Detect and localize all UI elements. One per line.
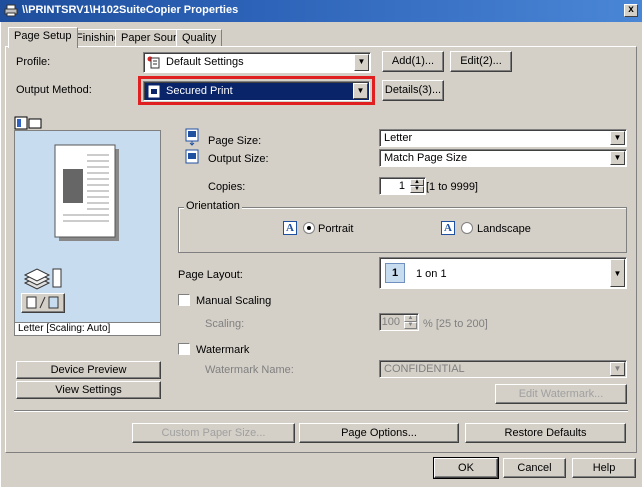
watermark-name-label: Watermark Name:: [205, 364, 294, 376]
tab-quality[interactable]: Quality: [176, 29, 223, 47]
scaling-value: 100: [381, 316, 400, 328]
scaling-range: % [25 to 200]: [423, 318, 488, 330]
profile-value: Default Settings: [166, 56, 244, 68]
chevron-down-icon[interactable]: ▼: [353, 83, 368, 99]
edit-watermark-button[interactable]: Edit Watermark...: [495, 384, 627, 404]
landscape-radio[interactable]: [461, 222, 473, 234]
paper-stack-icon: [23, 268, 62, 290]
output-method-value: Secured Print: [166, 85, 233, 97]
watermark-name-dropdown[interactable]: CONFIDENTIAL ▼: [379, 360, 627, 378]
details-button[interactable]: Details(3)...: [382, 80, 444, 101]
close-button[interactable]: x: [624, 4, 638, 17]
landscape-orientation-icon: A: [441, 221, 455, 235]
profile-dropdown[interactable]: Default Settings ▼: [143, 52, 371, 73]
cancel-button[interactable]: Cancel: [503, 458, 566, 478]
tab-page-setup[interactable]: Page Setup: [8, 27, 78, 48]
watermark-checkbox[interactable]: [178, 343, 190, 355]
copies-stepper[interactable]: 1 ▲ ▼: [379, 177, 426, 195]
custom-paper-size-button[interactable]: Custom Paper Size...: [132, 423, 295, 443]
decrement-arrow-icon[interactable]: ▼: [404, 322, 417, 329]
profile-edit-button[interactable]: Edit(2)...: [450, 51, 512, 72]
profile-label: Profile:: [16, 56, 51, 68]
layout-view-icon: [14, 116, 42, 130]
increment-arrow-icon[interactable]: ▲: [404, 315, 417, 322]
profile-icon: [147, 56, 160, 69]
orientation-group: [178, 207, 627, 253]
page-size-icon: [185, 128, 199, 146]
device-preview-button[interactable]: Device Preview: [16, 361, 161, 379]
page-size-label: Page Size:: [208, 135, 262, 147]
output-size-dropdown[interactable]: Match Page Size ▼: [379, 149, 627, 167]
duplex-setting-icon[interactable]: [21, 293, 65, 313]
portrait-orientation-icon: A: [283, 221, 297, 235]
watermark-label[interactable]: Watermark: [196, 344, 249, 356]
manual-scaling-checkbox[interactable]: [178, 294, 190, 306]
ok-button[interactable]: OK: [433, 457, 499, 479]
preview-caption: Letter [Scaling: Auto]: [14, 322, 161, 336]
portrait-radio[interactable]: [303, 222, 315, 234]
secured-print-icon: [148, 85, 160, 98]
output-method-dropdown[interactable]: Secured Print ▼: [143, 81, 370, 101]
chevron-down-icon[interactable]: ▼: [610, 151, 625, 165]
page-layout-value: 1 on 1: [416, 268, 447, 280]
orientation-label: Orientation: [184, 200, 242, 212]
chevron-down-icon[interactable]: ▼: [610, 259, 625, 287]
page-options-button[interactable]: Page Options...: [299, 423, 459, 443]
preview-panel: [14, 130, 161, 323]
chevron-down-icon[interactable]: ▼: [354, 54, 369, 71]
output-size-value: Match Page Size: [384, 152, 468, 164]
duplex-icon: [26, 296, 59, 309]
copies-value: 1: [398, 180, 405, 192]
restore-defaults-button[interactable]: Restore Defaults: [465, 423, 626, 443]
output-size-label: Output Size:: [208, 153, 269, 165]
decrement-arrow-icon[interactable]: ▼: [410, 186, 424, 193]
chevron-down-icon[interactable]: ▼: [610, 362, 625, 376]
page-layout-dropdown[interactable]: 1 1 on 1 ▼: [379, 257, 627, 289]
layout-1on1-icon: 1: [385, 263, 405, 283]
copies-label: Copies:: [208, 181, 246, 193]
window-title: \\PRINTSRV1\H102SuiteCopier Properties: [22, 4, 239, 16]
view-toggle-icons[interactable]: [14, 116, 42, 130]
watermark-name-value: CONFIDENTIAL: [384, 363, 465, 375]
printer-icon: [4, 4, 18, 17]
page-preview-image: [54, 144, 119, 241]
divider: [14, 410, 628, 412]
portrait-label[interactable]: Portrait: [318, 223, 353, 235]
page-size-dropdown[interactable]: Letter ▼: [379, 129, 627, 147]
profile-add-button[interactable]: Add(1)...: [382, 51, 444, 72]
scaling-label: Scaling:: [205, 318, 245, 330]
copies-range: [1 to 9999]: [426, 181, 478, 193]
output-method-label: Output Method:: [16, 84, 92, 96]
scaling-stepper[interactable]: 100 ▲ ▼: [379, 313, 419, 331]
page-size-value: Letter: [384, 132, 413, 144]
help-button[interactable]: Help: [572, 458, 636, 478]
increment-arrow-icon[interactable]: ▲: [410, 179, 424, 186]
output-size-icon: [185, 149, 199, 164]
landscape-label[interactable]: Landscape: [477, 223, 531, 235]
manual-scaling-label[interactable]: Manual Scaling: [196, 295, 271, 307]
title-bar: \\PRINTSRV1\H102SuiteCopier Properties x: [0, 0, 642, 22]
chevron-down-icon[interactable]: ▼: [610, 131, 625, 145]
view-settings-button[interactable]: View Settings: [16, 381, 161, 399]
page-layout-label: Page Layout:: [178, 269, 243, 281]
